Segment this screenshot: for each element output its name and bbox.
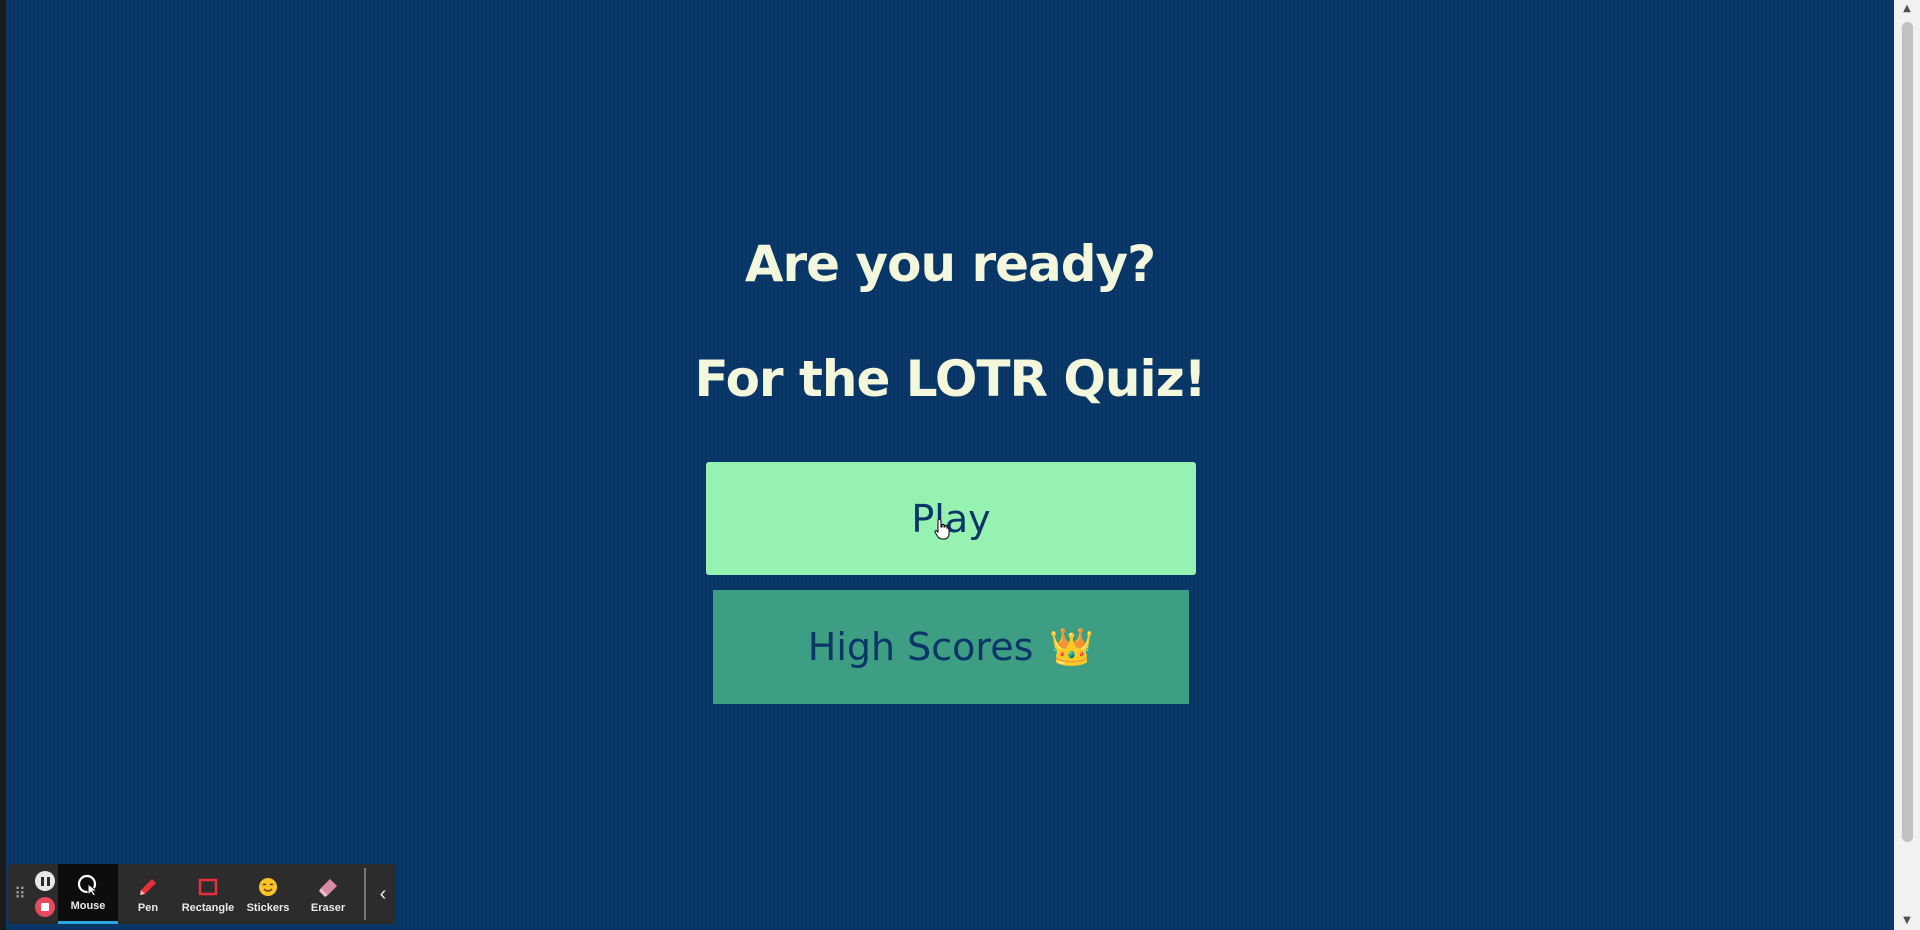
annotation-toolbar: ⠿ Mouse Pen Rectangle Stickers Eraser ‹	[8, 864, 396, 924]
crown-icon: 👑	[1049, 627, 1095, 668]
sticker-icon	[259, 877, 277, 896]
tool-label: Stickers	[246, 901, 290, 914]
tool-label: Pen	[137, 901, 159, 914]
rectangle-icon	[198, 878, 218, 895]
mouse-cursor-icon	[77, 874, 99, 897]
scroll-up-arrow-icon[interactable]: ▲	[1894, 0, 1920, 18]
stop-icon[interactable]	[35, 897, 55, 917]
high-scores-button[interactable]: High Scores 👑	[713, 590, 1189, 704]
recording-controls	[32, 864, 58, 924]
high-scores-label: High Scores	[807, 625, 1034, 669]
tool-mouse[interactable]: Mouse	[58, 864, 118, 924]
toolbar-divider	[364, 868, 366, 920]
chevron-left-icon[interactable]: ‹	[372, 864, 394, 924]
tool-stickers[interactable]: Stickers	[238, 864, 298, 924]
play-button[interactable]: Play	[706, 462, 1196, 575]
tool-rectangle[interactable]: Rectangle	[178, 864, 238, 924]
vertical-scrollbar[interactable]: ▲ ▼	[1894, 0, 1920, 930]
tool-label: Mouse	[70, 900, 106, 912]
eraser-icon	[319, 878, 337, 897]
hand-pointer-icon	[934, 518, 950, 540]
tool-label: Rectangle	[181, 901, 235, 914]
scroll-down-arrow-icon[interactable]: ▼	[1894, 912, 1920, 930]
page-title: Are you ready?	[744, 235, 1156, 293]
quiz-start-page: Are you ready? For the LOTR Quiz! Play H…	[6, 0, 1894, 930]
tool-eraser[interactable]: Eraser	[298, 864, 358, 924]
pause-icon[interactable]	[35, 871, 55, 891]
pen-icon	[140, 878, 156, 895]
quiz-subtitle: For the LOTR Quiz!	[694, 350, 1206, 408]
scrollbar-thumb[interactable]	[1902, 22, 1913, 842]
tool-pen[interactable]: Pen	[118, 864, 178, 924]
play-button-label: Play	[911, 496, 991, 541]
tool-label: Eraser	[310, 901, 346, 914]
drag-handle-icon[interactable]: ⠿	[8, 864, 32, 924]
